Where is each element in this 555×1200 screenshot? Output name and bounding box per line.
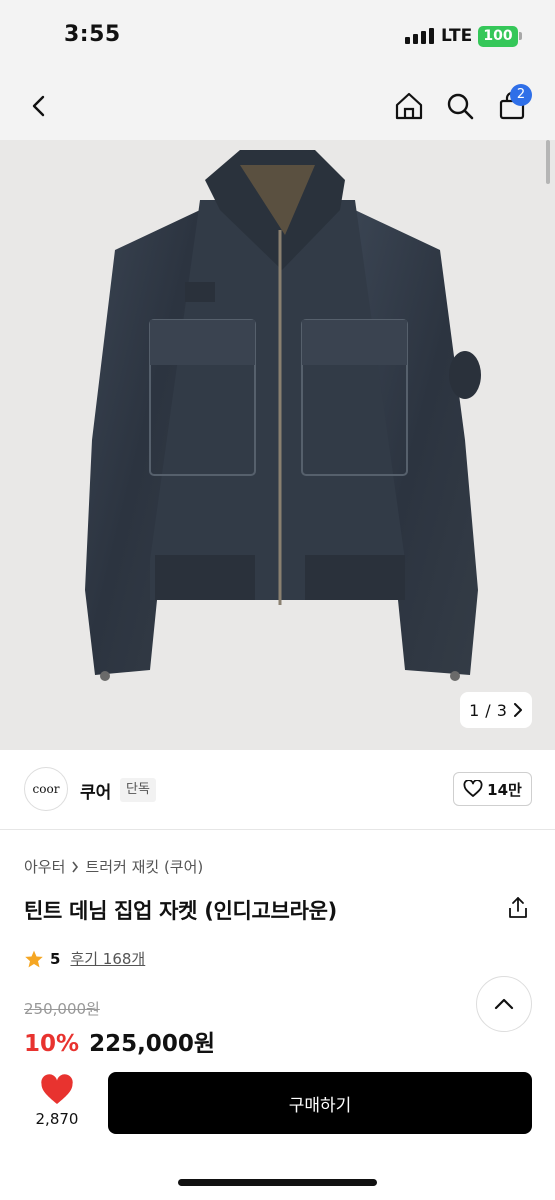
chevron-right-icon (72, 861, 79, 872)
search-icon (447, 93, 474, 120)
brand-row: coor 쿠어 단독 14만 (0, 750, 555, 830)
image-counter[interactable]: 1 / 3 (460, 692, 532, 728)
original-price: 250,000원 (24, 1000, 100, 1018)
rating-row: 5 후기 168개 (24, 948, 145, 969)
sale-price: 225,000원 (89, 1031, 215, 1057)
brand-logo[interactable]: coor (24, 767, 68, 811)
chevron-right-icon (513, 703, 522, 717)
battery-nub (519, 32, 522, 40)
image-total: 3 (496, 700, 507, 720)
wish-count: 2,870 (35, 1110, 79, 1128)
battery-icon: 100 (478, 26, 518, 47)
review-link[interactable]: 후기 168개 (70, 948, 145, 969)
discount-rate: 10% (24, 1031, 80, 1057)
share-icon (509, 897, 527, 918)
heart-outline-icon (463, 780, 483, 797)
network-label: LTE (441, 26, 473, 46)
exclusive-badge: 단독 (120, 778, 156, 802)
brand-like-button[interactable]: 14만 (453, 772, 532, 806)
buy-button[interactable]: 구매하기 (108, 1072, 532, 1134)
rating-score: 5 (50, 949, 61, 968)
share-button[interactable] (504, 894, 532, 922)
breadcrumb-item[interactable]: 아우터 (24, 856, 65, 877)
back-button[interactable] (20, 86, 60, 126)
star-icon (25, 950, 43, 967)
home-indicator (178, 1179, 377, 1186)
home-icon (395, 92, 423, 120)
price-row: 10% 225,000원 (24, 1024, 215, 1058)
product-title: 틴트 데님 집업 자켓 (인디고브라운) (24, 899, 337, 923)
image-separator: / (485, 700, 491, 720)
bottom-bar: 2,870 구매하기 (0, 1062, 555, 1200)
home-button[interactable] (389, 86, 429, 126)
brand-like-count: 14만 (487, 780, 522, 799)
signal-icon (405, 28, 434, 44)
chevron-up-icon (494, 998, 514, 1010)
brand-name[interactable]: 쿠어 (80, 778, 111, 803)
status-bar: 3:55 LTE 100 (0, 0, 555, 72)
search-button[interactable] (440, 86, 480, 126)
breadcrumb: 아우터 트러커 재킷 (쿠어) (24, 856, 203, 877)
cart-count-badge: 2 (510, 84, 532, 106)
scroll-top-button[interactable] (476, 976, 532, 1032)
nav-bar (0, 72, 555, 140)
denim-jacket-image (85, 150, 481, 681)
breadcrumb-item[interactable]: 트러커 재킷 (쿠어) (85, 856, 203, 877)
status-time: 3:55 (64, 22, 121, 47)
scroll-indicator (546, 140, 550, 184)
image-current: 1 (469, 700, 480, 720)
product-image[interactable] (0, 140, 555, 750)
back-arrow-icon (32, 95, 45, 117)
heart-filled-icon[interactable] (40, 1074, 74, 1106)
